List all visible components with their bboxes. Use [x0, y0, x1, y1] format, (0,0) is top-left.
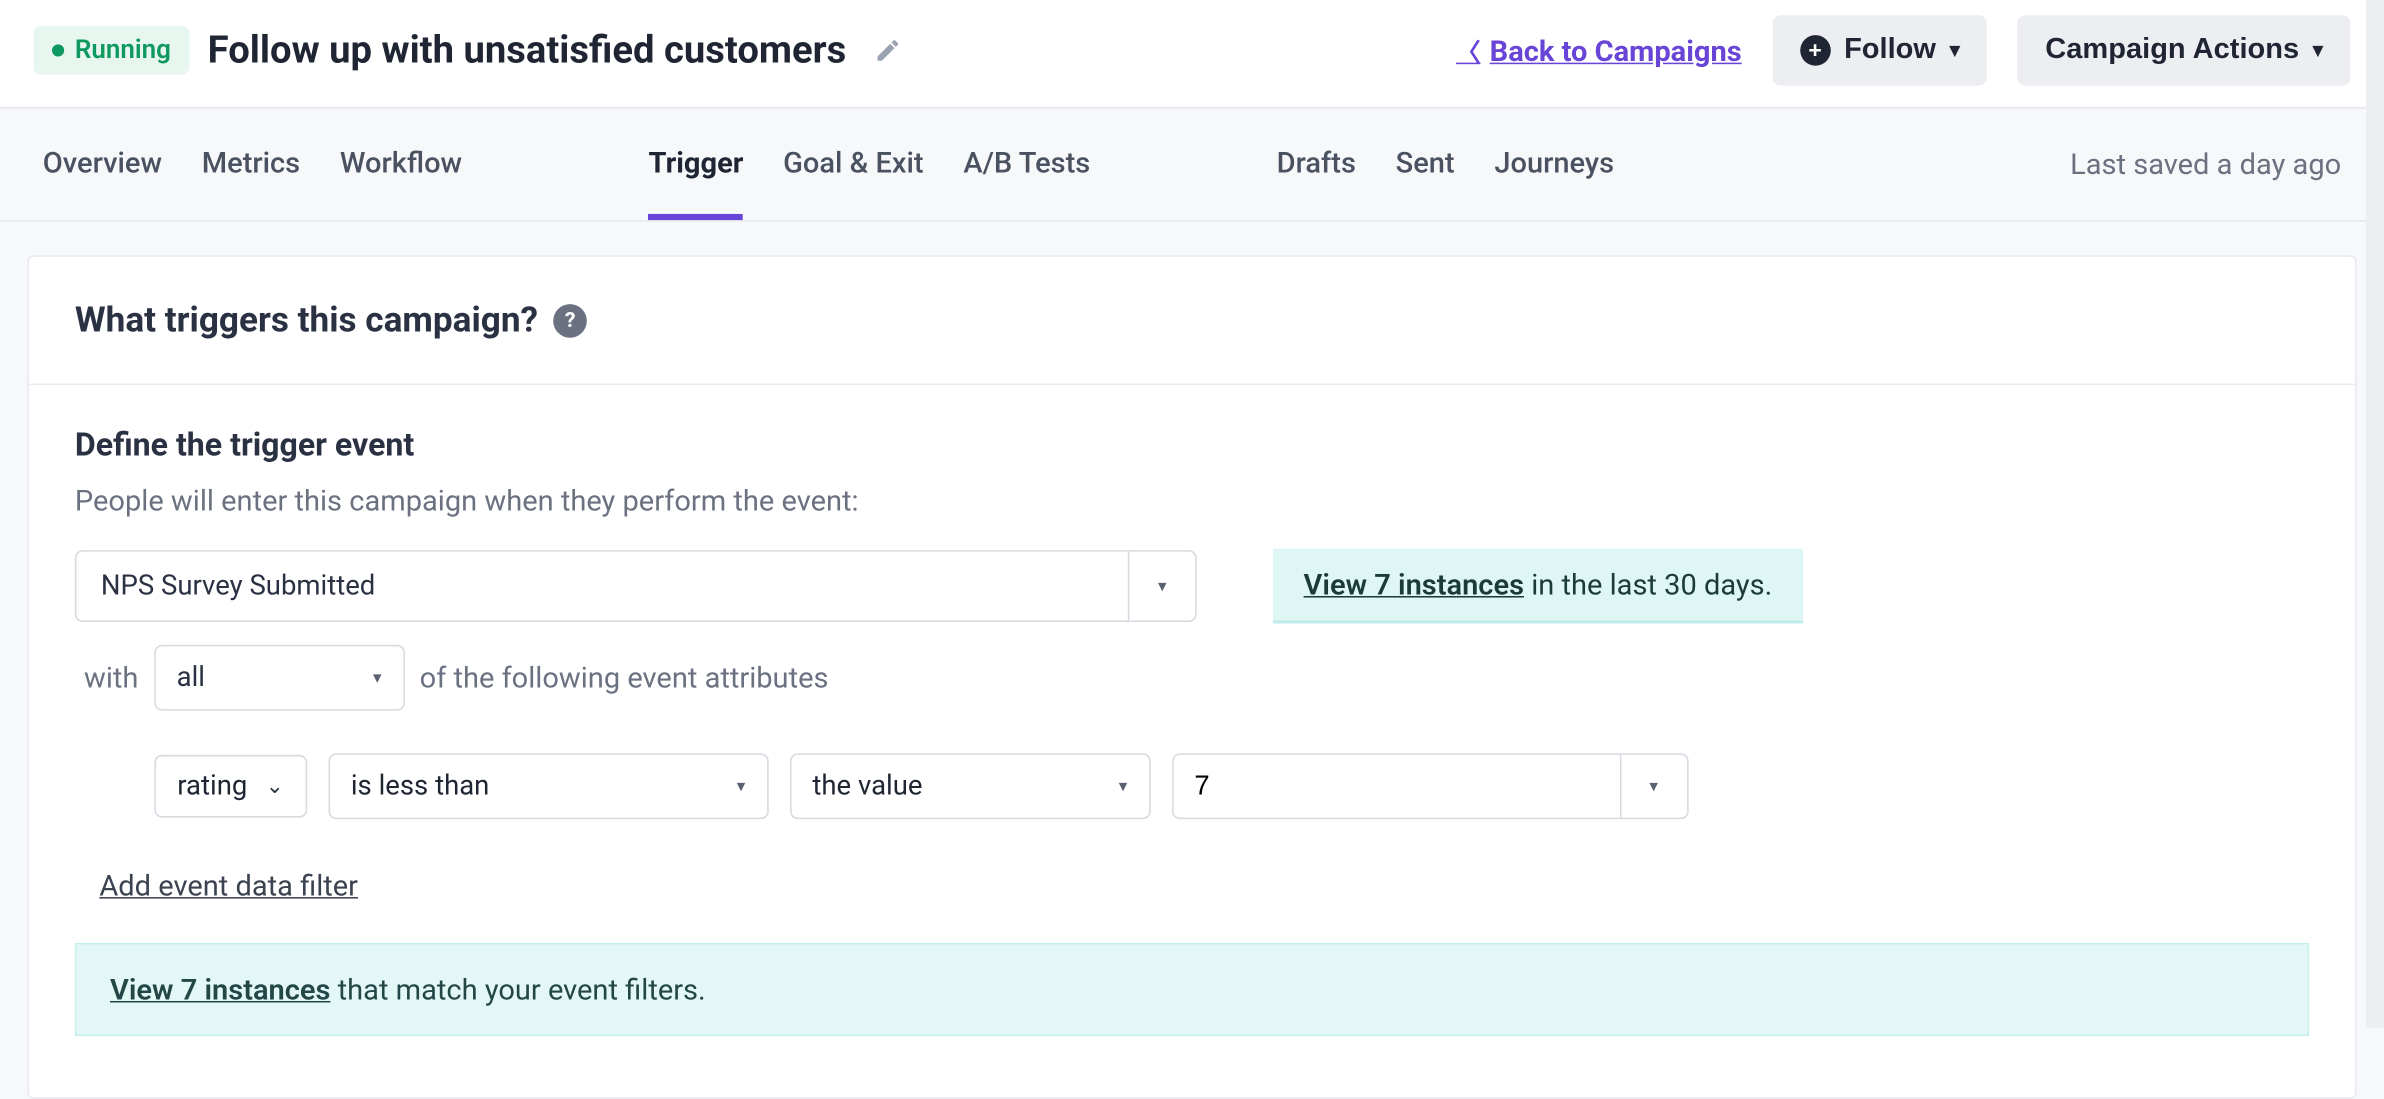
chevron-down-icon: ⌄ — [266, 774, 284, 798]
add-event-data-filter-link[interactable]: Add event data filter — [99, 868, 358, 903]
quantifier-select[interactable]: all ▾ — [154, 645, 405, 711]
value-input-combo: ▾ — [1172, 753, 1689, 819]
pencil-icon — [874, 37, 902, 65]
plus-circle-icon: + — [1800, 35, 1831, 66]
value-input[interactable] — [1173, 755, 1619, 818]
help-icon[interactable]: ? — [553, 303, 587, 337]
value-type-select[interactable]: the value ▾ — [789, 753, 1150, 819]
chevron-down-icon[interactable]: ▾ — [1619, 755, 1686, 818]
filter-condition-row: rating ⌄ is less than ▾ the value ▾ ▾ — [154, 753, 2309, 819]
event-select-value: NPS Survey Submitted — [76, 552, 1127, 621]
tab-trigger[interactable]: Trigger — [649, 109, 744, 221]
instances-rest-text: in the last 30 days. — [1524, 567, 1772, 602]
value-type-text: the value — [812, 770, 922, 802]
status-dot-icon — [52, 44, 64, 56]
operator-select[interactable]: is less than ▾ — [328, 753, 768, 819]
back-to-campaigns-link[interactable]: 〈 Back to Campaigns — [1456, 32, 1742, 69]
tab-goal-exit[interactable]: Goal & Exit — [783, 109, 923, 221]
view-instances-link[interactable]: View 7 instances — [1304, 567, 1524, 602]
define-trigger-heading: Define the trigger event — [75, 428, 2309, 465]
edit-title-button[interactable] — [874, 37, 902, 65]
campaign-title: Follow up with unsatisfied customers — [208, 28, 847, 72]
follow-button[interactable]: + Follow ▾ — [1772, 15, 1987, 85]
tab-workflow[interactable]: Workflow — [340, 109, 462, 221]
attribute-select[interactable]: rating ⌄ — [154, 755, 306, 818]
scrollbar[interactable] — [2366, 0, 2384, 1028]
trigger-panel: What triggers this campaign? ? Define th… — [28, 255, 2357, 1099]
attribute-value: rating — [177, 770, 247, 802]
chevron-down-icon: ▾ — [2313, 38, 2323, 62]
page-header: Running Follow up with unsatisfied custo… — [0, 0, 2384, 107]
operator-value: is less than — [351, 770, 490, 802]
tab-drafts[interactable]: Drafts — [1277, 109, 1356, 221]
tab-sent[interactable]: Sent — [1396, 109, 1455, 221]
chevron-down-icon: ▾ — [1119, 776, 1127, 796]
event-select[interactable]: NPS Survey Submitted ▾ — [75, 550, 1197, 622]
chevron-down-icon: ▾ — [373, 668, 381, 688]
with-label: with — [84, 660, 138, 695]
tab-ab-tests[interactable]: A/B Tests — [963, 109, 1090, 221]
match-instances-banner: View 7 instances that match your event f… — [75, 943, 2309, 1036]
quantifier-value: all — [177, 662, 205, 694]
with-rest-label: of the following event attributes — [420, 660, 829, 695]
view-matching-instances-link[interactable]: View 7 instances — [110, 972, 330, 1007]
campaign-actions-button[interactable]: Campaign Actions ▾ — [2018, 15, 2351, 85]
tabs-row: Overview Metrics Workflow Trigger Goal &… — [0, 107, 2384, 222]
tab-overview[interactable]: Overview — [43, 109, 162, 221]
panel-heading: What triggers this campaign? — [75, 300, 538, 341]
chevron-down-icon: ▾ — [1128, 552, 1195, 621]
status-badge: Running — [34, 26, 190, 75]
chevron-left-icon: 〈 — [1456, 32, 1480, 69]
tab-metrics[interactable]: Metrics — [202, 109, 300, 221]
status-text: Running — [75, 35, 171, 66]
campaign-actions-label: Campaign Actions — [2045, 34, 2299, 68]
chevron-down-icon: ▾ — [737, 776, 745, 796]
define-trigger-subtext: People will enter this campaign when the… — [75, 483, 2309, 518]
tab-journeys[interactable]: Journeys — [1494, 109, 1614, 221]
back-link-text: Back to Campaigns — [1490, 33, 1742, 68]
instances-callout: View 7 instances in the last 30 days. — [1273, 549, 1803, 624]
chevron-down-icon: ▾ — [1950, 38, 1960, 62]
follow-button-label: Follow — [1844, 34, 1936, 68]
match-rest-text: that match your event filters. — [330, 972, 705, 1007]
last-saved-label: Last saved a day ago — [2070, 147, 2341, 182]
